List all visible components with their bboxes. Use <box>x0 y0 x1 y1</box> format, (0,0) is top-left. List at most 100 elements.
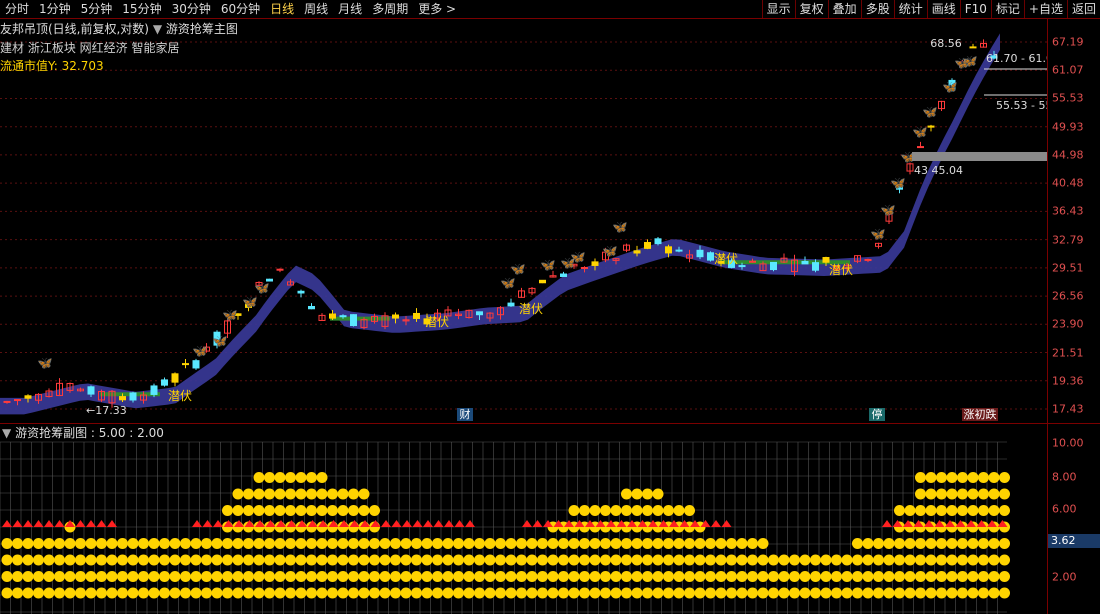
tab-timeshare[interactable]: 分时 <box>0 0 34 18</box>
signal-dot <box>558 538 569 549</box>
f10-button[interactable]: F10 <box>959 0 991 18</box>
tab-daily[interactable]: 日线 <box>265 0 299 18</box>
tab-30min[interactable]: 30分钟 <box>167 0 216 18</box>
signal-dot <box>621 538 632 549</box>
signal-dot <box>138 538 149 549</box>
signal-dot <box>705 587 716 599</box>
tab-monthly[interactable]: 月线 <box>333 0 367 18</box>
chevron-down-icon[interactable]: ▼ <box>153 22 162 36</box>
signal-dot <box>495 571 506 582</box>
signal-dot <box>915 538 926 549</box>
alert-triangle <box>522 520 532 527</box>
candle-body <box>129 392 137 401</box>
signal-dot <box>285 554 296 566</box>
candle-body <box>276 268 284 271</box>
signal-dot <box>201 571 212 582</box>
signal-dot <box>190 554 202 566</box>
alert-triangle <box>721 520 732 527</box>
signal-dot <box>789 554 800 566</box>
tab-60min[interactable]: 60分钟 <box>216 0 265 18</box>
signal-dot <box>327 538 338 549</box>
signal-dot <box>589 505 601 516</box>
signal-dot <box>33 587 44 599</box>
back-button[interactable]: 返回 <box>1066 0 1100 18</box>
signal-dot <box>390 538 401 549</box>
draw-button[interactable]: 画线 <box>926 0 960 18</box>
price-axis-label: 17.43 <box>1052 402 1084 416</box>
tab-1min[interactable]: 1分钟 <box>34 0 76 18</box>
signal-dot <box>285 505 296 516</box>
signal-dot <box>411 538 422 549</box>
signal-dot <box>537 554 548 566</box>
signal-dot <box>169 554 181 566</box>
period-tabs: 分时 1分钟 5分钟 15分钟 30分钟 60分钟 日线 周线 月线 多周期 更… <box>0 0 461 18</box>
signal-dot <box>946 488 958 500</box>
signal-dot <box>946 472 958 483</box>
tab-5min[interactable]: 5分钟 <box>76 0 118 18</box>
signal-dot <box>883 571 895 582</box>
price-axis-label: 32.79 <box>1052 233 1084 247</box>
float-value: 32.703 <box>61 59 104 73</box>
signal-dot <box>841 587 853 599</box>
candle-body <box>675 249 683 252</box>
price-axis-label: 61.07 <box>1052 63 1084 77</box>
signal-dot <box>946 554 958 566</box>
signal-dot <box>799 554 811 566</box>
display-button[interactable]: 显示 <box>761 0 795 18</box>
signal-dot <box>768 587 779 599</box>
tab-multi-period[interactable]: 多周期 <box>367 0 413 18</box>
signal-dot <box>505 587 517 599</box>
signal-dot <box>600 505 611 516</box>
signal-dot <box>306 505 317 516</box>
tab-15min[interactable]: 15分钟 <box>117 0 166 18</box>
signal-dot <box>925 472 937 483</box>
signal-dot <box>495 554 506 566</box>
signal-dot <box>652 505 664 516</box>
signal-dot <box>85 587 97 599</box>
lurk-label: 潜伏 <box>714 252 738 266</box>
tab-more[interactable]: 更多 > <box>413 0 461 18</box>
main-indicator-name[interactable]: 游资抢筹主图 <box>166 22 238 36</box>
sub-indicator-chart[interactable] <box>0 437 1047 614</box>
signal-dot <box>778 554 790 566</box>
signal-dot <box>43 571 55 582</box>
signal-dot <box>621 488 632 500</box>
signal-dot <box>600 571 611 582</box>
signal-dot <box>295 538 307 549</box>
multi-stock-button[interactable]: 多股 <box>860 0 894 18</box>
signal-dot <box>705 538 716 549</box>
signal-dot <box>537 538 548 549</box>
signal-dot <box>64 571 76 582</box>
sub-axis: 10.00 8.00 6.00 2.00 <box>1048 437 1100 614</box>
signal-dot <box>264 505 275 516</box>
mark-button[interactable]: 标记 <box>990 0 1024 18</box>
period-toolbar: 分时 1分钟 5分钟 15分钟 30分钟 60分钟 日线 周线 月线 多周期 更… <box>0 0 1100 19</box>
signal-dot <box>64 538 76 549</box>
signal-dot <box>904 554 916 566</box>
signal-dot <box>589 538 601 549</box>
add-watchlist-button[interactable]: +自选 <box>1023 0 1067 18</box>
signal-dot <box>726 587 737 599</box>
signal-dot <box>253 505 265 516</box>
signal-dot <box>201 587 212 599</box>
candlestick-chart[interactable]: 🦋🦋🦋🦋🦋🦋 🦋🦋 🦋 🦋🦋 🦋🦋 🦋🦋🦋🦋🦋🦋🦋🦋🦋潜伏潜伏潜伏潜伏潜伏68.5661.… <box>0 19 1047 423</box>
signal-dot <box>463 571 475 582</box>
alert-triangle <box>202 520 213 527</box>
signal-dot <box>663 571 674 582</box>
stats-button[interactable]: 统计 <box>893 0 927 18</box>
candle-body <box>476 311 483 316</box>
signal-dot <box>526 538 538 549</box>
overlay-button[interactable]: 叠加 <box>827 0 861 18</box>
chart-header: 友邦吊顶(日线,前复权,对数) ▼ 游资抢筹主图 <box>0 20 238 37</box>
signal-dot <box>820 554 832 566</box>
signal-dot <box>432 571 443 582</box>
signal-dot <box>253 538 265 549</box>
signal-dot <box>169 587 181 599</box>
signal-dot <box>967 472 979 483</box>
signal-dot <box>369 505 380 516</box>
signal-dot <box>348 587 359 599</box>
tab-weekly[interactable]: 周线 <box>299 0 333 18</box>
butterfly-icon: 🦋 <box>541 258 556 272</box>
signal-dot <box>925 505 937 516</box>
adjust-button[interactable]: 复权 <box>794 0 828 18</box>
